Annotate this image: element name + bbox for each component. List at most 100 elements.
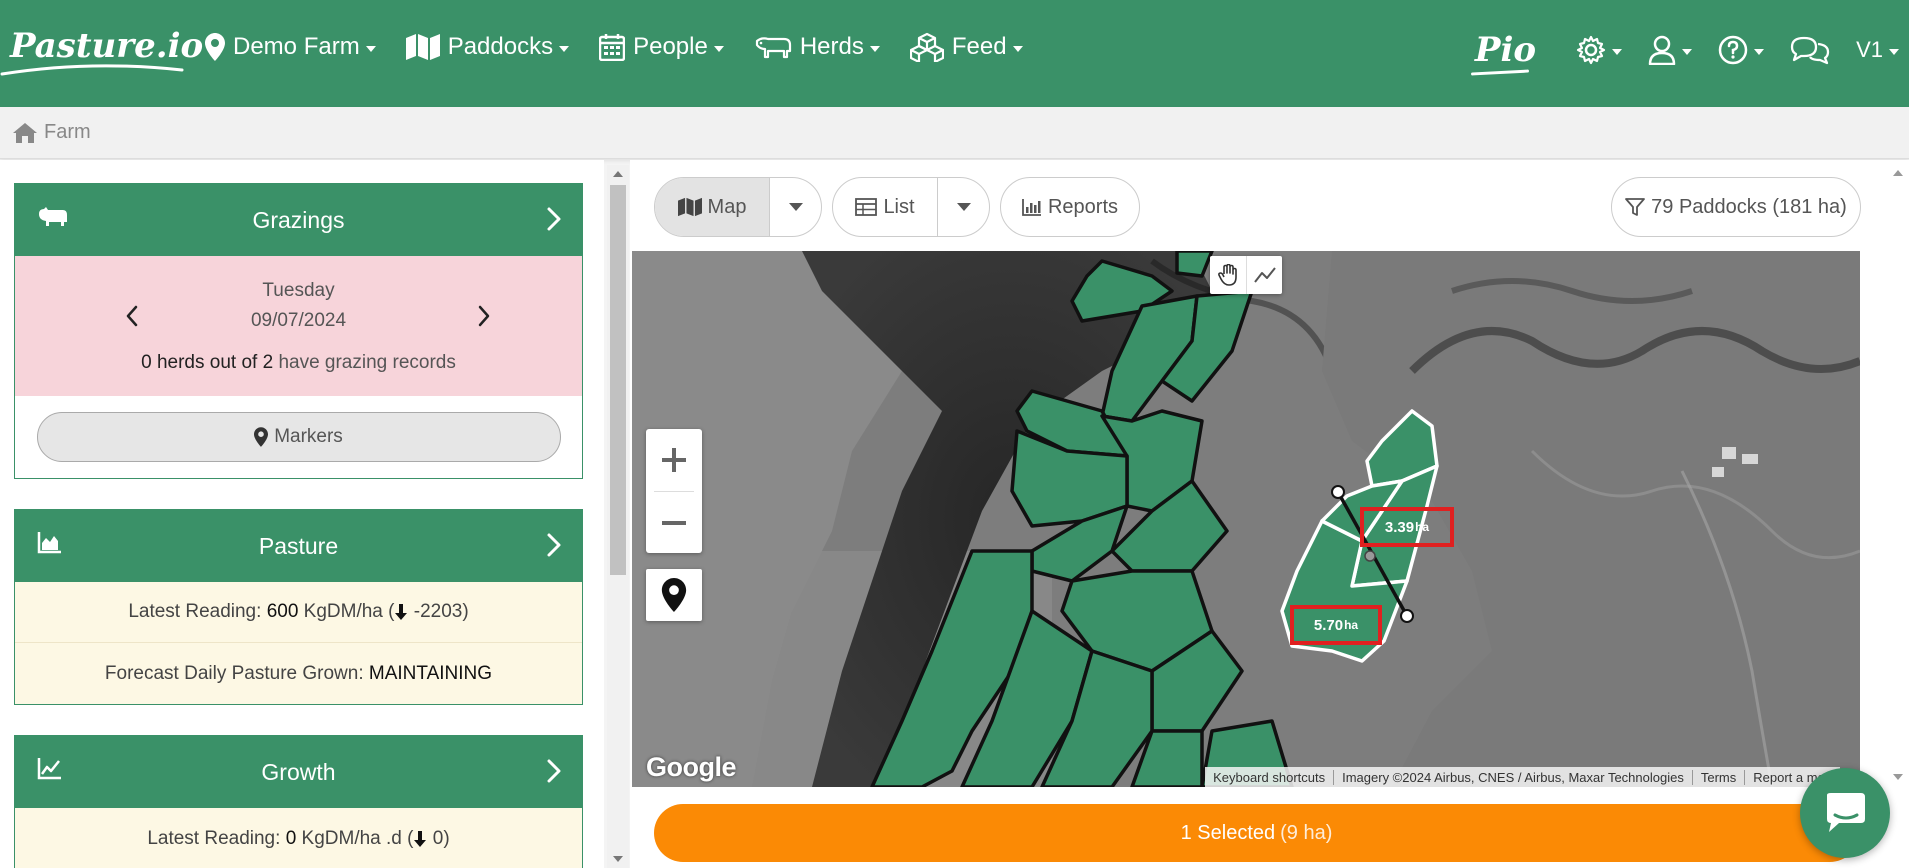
- area-value: 3.39: [1384, 518, 1415, 536]
- locate-button[interactable]: [646, 569, 702, 621]
- reports-button-group: Reports: [1000, 177, 1140, 237]
- breadcrumb-farm[interactable]: Farm: [44, 121, 91, 144]
- list-button-group: List: [832, 177, 990, 237]
- grazings-card: Grazings Tuesday 09/07/2024 0 herds out …: [14, 183, 583, 479]
- nav-people[interactable]: People: [599, 32, 724, 62]
- markers-wrapper: Markers: [15, 396, 582, 478]
- brand-logo[interactable]: Pasture.io: [10, 26, 203, 66]
- growth-card: Growth Latest Reading: 0 KgDM/ha .d ( 0): [14, 735, 583, 868]
- map-view-button[interactable]: Map: [655, 178, 769, 236]
- scroll-up-arrow-icon[interactable]: [1893, 170, 1903, 176]
- zoom-in-button[interactable]: [646, 429, 702, 491]
- nav-feed[interactable]: Feed: [909, 32, 1023, 62]
- zoom-controls: [646, 429, 702, 553]
- view-toolbar: Map List Reports: [654, 177, 1140, 237]
- nav-paddocks[interactable]: Paddocks: [405, 32, 570, 62]
- area-chart-icon: [37, 532, 61, 554]
- map-options-dropdown[interactable]: [769, 178, 821, 236]
- help-icon: [1718, 35, 1748, 65]
- chevron-down-icon: [1612, 48, 1623, 55]
- chevron-down-icon: [559, 45, 570, 52]
- growth-latest-unit: KgDM/ha .d (: [301, 827, 414, 849]
- pasture-latest-unit: KgDM/ha (: [303, 601, 395, 622]
- grazing-day: Tuesday: [262, 280, 335, 301]
- grazings-title: Grazings: [252, 206, 345, 233]
- list-view-button[interactable]: List: [833, 178, 937, 236]
- nav-herds[interactable]: Herds: [754, 32, 880, 62]
- pasture-title: Pasture: [258, 532, 339, 559]
- top-navbar: Pasture.io Demo Farm Paddocks People Her…: [0, 0, 1909, 107]
- nav-herds-label: Herds: [799, 33, 864, 60]
- reports-label: Reports: [1047, 195, 1119, 218]
- minus-icon: [662, 521, 686, 525]
- map-terrain: [632, 251, 1860, 787]
- map-button-group: Map: [654, 177, 822, 237]
- chevron-down-icon: [1012, 45, 1023, 52]
- grazings-header[interactable]: Grazings: [15, 184, 582, 256]
- map-panel: Map List Reports 79 Paddocks (181 ha) 3.…: [630, 160, 1909, 868]
- chat-widget-button[interactable]: [1800, 768, 1890, 858]
- pio-logo[interactable]: Pio: [1475, 30, 1536, 70]
- messages-button[interactable]: [1790, 35, 1830, 65]
- user-menu[interactable]: [1648, 35, 1693, 65]
- draw-line-icon[interactable]: [1246, 256, 1282, 294]
- pasture-forecast-prefix: Forecast Daily Pasture Grown:: [104, 662, 364, 684]
- map-marker-icon: [254, 427, 269, 447]
- nav-demo-farm[interactable]: Demo Farm: [205, 32, 376, 62]
- area-measure-label: 3.39 ha: [1360, 507, 1454, 547]
- chevron-down-icon: [713, 45, 724, 52]
- area-unit: ha: [1415, 520, 1430, 534]
- area-value: 5.70: [1313, 616, 1344, 634]
- selection-bar[interactable]: 1 Selected (9 ha): [654, 804, 1859, 862]
- dashboard-panel: Grazings Tuesday 09/07/2024 0 herds out …: [0, 160, 604, 868]
- reports-button[interactable]: Reports: [1001, 178, 1139, 236]
- arrow-down-icon: [395, 604, 408, 620]
- pasture-latest-change: -2203): [413, 601, 469, 622]
- nav-people-label: People: [633, 33, 708, 60]
- nav-feed-label: Feed: [951, 33, 1007, 60]
- chevron-right-icon: [547, 207, 561, 231]
- growth-latest-value: 0: [285, 827, 297, 849]
- paddock-filter-label: 79 Paddocks (181 ha): [1651, 195, 1847, 218]
- pasture-forecast-value: MAINTAINING: [368, 662, 493, 684]
- scroll-up-arrow-icon[interactable]: [613, 171, 623, 177]
- list-options-dropdown[interactable]: [937, 178, 989, 236]
- grazing-herds-suffix: have grazing records: [278, 352, 456, 373]
- selection-count: 1 Selected: [1180, 821, 1276, 844]
- growth-header[interactable]: Growth: [15, 736, 582, 808]
- markers-button[interactable]: Markers: [36, 412, 561, 462]
- chevron-down-icon: [1754, 48, 1765, 55]
- caret-down-icon: [956, 203, 971, 211]
- pasture-header[interactable]: Pasture: [15, 510, 582, 582]
- paddock-filter-button[interactable]: 79 Paddocks (181 ha): [1611, 177, 1861, 237]
- plus-icon: [662, 448, 686, 472]
- scroll-down-arrow-icon[interactable]: [613, 856, 623, 862]
- scroll-down-arrow-icon[interactable]: [1893, 774, 1903, 780]
- growth-title: Growth: [261, 758, 336, 785]
- grazing-summary: 0 herds out of 2 have grazing records: [15, 352, 582, 374]
- nav-paddocks-label: Paddocks: [447, 33, 554, 60]
- version-menu[interactable]: V1: [1856, 37, 1899, 63]
- pasture-card: Pasture Latest Reading: 600 KgDM/ha ( -2…: [14, 509, 583, 705]
- settings-menu[interactable]: [1576, 35, 1623, 65]
- line-chart-icon: [37, 758, 61, 780]
- keyboard-shortcuts-link[interactable]: Keyboard shortcuts: [1205, 770, 1333, 785]
- chevron-down-icon: [1889, 48, 1899, 55]
- zoom-out-button[interactable]: [646, 492, 702, 554]
- terms-link[interactable]: Terms: [1691, 769, 1744, 785]
- help-menu[interactable]: [1718, 35, 1765, 65]
- breadcrumb: Farm: [0, 107, 1909, 159]
- chevron-right-icon: [547, 759, 561, 783]
- scrollbar-thumb[interactable]: [610, 185, 626, 575]
- map-marker-icon: [661, 578, 687, 612]
- gear-icon: [1576, 35, 1606, 65]
- cow-icon: [755, 37, 791, 59]
- satellite-map[interactable]: 3.39 ha 5.70 ha Google Keyboard shortcuts …: [632, 251, 1860, 787]
- markers-label: Markers: [274, 426, 343, 447]
- page-scrollbar[interactable]: [1887, 160, 1909, 868]
- table-icon: [855, 198, 878, 216]
- list-view-label: List: [883, 195, 915, 218]
- chevron-right-icon[interactable]: [477, 304, 491, 328]
- left-panel-scrollbar[interactable]: [607, 165, 629, 868]
- pan-hand-icon[interactable]: [1210, 256, 1246, 294]
